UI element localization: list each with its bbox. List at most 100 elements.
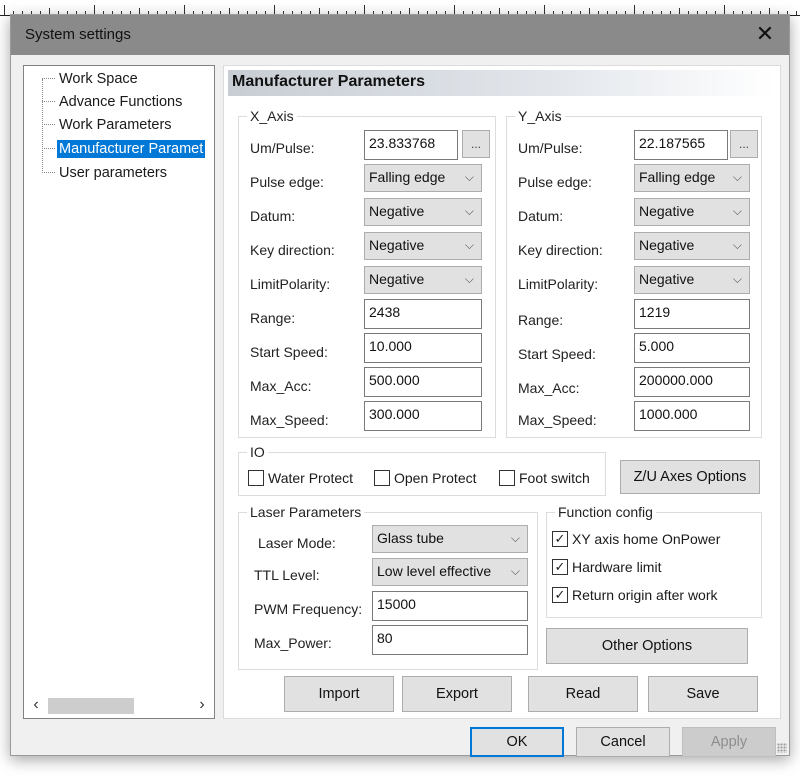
settings-tree: Work Space Advance Functions Work Parame… (23, 65, 215, 719)
foot-switch-checkbox[interactable]: Foot switch (499, 470, 590, 486)
y-key-direction-label: Key direction: (518, 242, 603, 258)
pwm-frequency-input[interactable]: 15000 (372, 591, 528, 621)
io-legend: IO (250, 444, 265, 460)
y-datum-label: Datum: (518, 208, 564, 224)
x-max-acc-label: Max_Acc: (250, 378, 312, 394)
y-pulse-edge-select[interactable]: Falling edge ⌵ (634, 164, 750, 192)
chevron-down-icon: ⌵ (510, 564, 520, 578)
x-datum-select[interactable]: Negative ⌵ (364, 198, 482, 226)
x-max-speed-label: Max_Speed: (250, 412, 329, 428)
x-max-acc-input[interactable]: 500.000 (364, 367, 482, 397)
max-power-label: Max_Power: (254, 635, 332, 651)
x-start-speed-label: Start Speed: (250, 344, 328, 360)
y-um-pulse-label: Um/Pulse: (518, 140, 583, 156)
chevron-down-icon: ⌵ (464, 204, 474, 218)
y-range-label: Range: (518, 312, 564, 328)
manufacturer-parameters-panel: Manufacturer Parameters X_Axis Um/Pulse:… (223, 65, 781, 719)
save-button[interactable]: Save (648, 676, 758, 712)
y-um-pulse-browse-button[interactable]: ... (730, 130, 758, 158)
chevron-down-icon: ⌵ (732, 204, 742, 218)
resize-grip[interactable] (777, 743, 787, 753)
laser-parameters-legend: Laser Parameters (250, 504, 362, 520)
x-um-pulse-input[interactable]: 23.833768 (364, 130, 458, 160)
y-max-acc-label: Max_Acc: (518, 380, 580, 396)
system-settings-dialog: System settings ✕ Work Space Advance Fun… (10, 14, 790, 757)
y-start-speed-label: Start Speed: (518, 346, 596, 362)
y-key-direction-select[interactable]: Negative ⌵ (634, 232, 750, 260)
chevron-down-icon: ⌵ (732, 272, 742, 286)
tree-item-advance-functions[interactable]: Advance Functions (42, 91, 184, 112)
water-protect-checkbox[interactable]: Water Protect (248, 470, 353, 486)
pwm-frequency-label: PWM Frequency: (254, 601, 363, 617)
import-button[interactable]: Import (284, 676, 394, 712)
title-bar: System settings ✕ (11, 15, 789, 55)
chevron-down-icon: ⌵ (732, 238, 742, 252)
cancel-button[interactable]: Cancel (576, 727, 670, 757)
other-options-button[interactable]: Other Options (546, 628, 748, 664)
x-pulse-edge-select[interactable]: Falling edge ⌵ (364, 164, 482, 192)
tree-item-work-space[interactable]: Work Space (42, 68, 140, 89)
x-key-direction-label: Key direction: (250, 242, 335, 258)
chevron-down-icon: ⌵ (464, 272, 474, 286)
x-limit-polarity-select[interactable]: Negative ⌵ (364, 266, 482, 294)
ttl-level-label: TTL Level: (254, 567, 320, 583)
chevron-down-icon: ⌵ (464, 238, 474, 252)
y-start-speed-input[interactable]: 5.000 (634, 333, 750, 363)
close-icon[interactable]: ✕ (751, 21, 779, 49)
y-limit-polarity-select[interactable]: Negative ⌵ (634, 266, 750, 294)
laser-mode-select[interactable]: Glass tube ⌵ (372, 525, 528, 553)
x-limit-polarity-label: LimitPolarity: (250, 276, 331, 292)
y-um-pulse-input[interactable]: 22.187565 (634, 130, 728, 160)
x-range-input[interactable]: 2438 (364, 299, 482, 329)
y-datum-select[interactable]: Negative ⌵ (634, 198, 750, 226)
tree-item-work-parameters[interactable]: Work Parameters (42, 114, 174, 135)
read-button[interactable]: Read (528, 676, 638, 712)
max-power-input[interactable]: 80 (372, 625, 528, 655)
apply-button[interactable]: Apply (682, 727, 776, 757)
zu-axes-options-button[interactable]: Z/U Axes Options (620, 460, 760, 494)
checkmark-icon: ✓ (552, 587, 568, 603)
checkbox-box (248, 470, 264, 486)
scroll-left-icon[interactable]: ‹ (28, 696, 44, 714)
return-origin-after-work-checkbox[interactable]: ✓ Return origin after work (552, 587, 718, 603)
y-pulse-edge-label: Pulse edge: (518, 174, 592, 190)
x-pulse-edge-label: Pulse edge: (250, 174, 324, 190)
export-button[interactable]: Export (402, 676, 512, 712)
ruler-tick (4, 5, 5, 15)
ttl-level-select[interactable]: Low level effective ⌵ (372, 558, 528, 586)
x-range-label: Range: (250, 310, 296, 326)
y-max-speed-label: Max_Speed: (518, 412, 597, 428)
open-protect-checkbox[interactable]: Open Protect (374, 470, 477, 486)
y-limit-polarity-label: LimitPolarity: (518, 276, 599, 292)
window-title: System settings (25, 26, 131, 43)
y-max-speed-input[interactable]: 1000.000 (634, 401, 750, 431)
x-start-speed-input[interactable]: 10.000 (364, 333, 482, 363)
checkbox-box (499, 470, 515, 486)
y-range-input[interactable]: 1219 (634, 299, 750, 329)
x-um-pulse-browse-button[interactable]: ... (462, 130, 490, 158)
tree-horizontal-scrollbar[interactable]: ‹ › (24, 694, 214, 718)
x-key-direction-select[interactable]: Negative ⌵ (364, 232, 482, 260)
checkmark-icon: ✓ (552, 531, 568, 547)
chevron-down-icon: ⌵ (510, 531, 520, 545)
x-axis-legend: X_Axis (250, 108, 294, 124)
checkmark-icon: ✓ (552, 559, 568, 575)
tree-item-user-parameters[interactable]: User parameters (42, 162, 169, 183)
ruler-tick (796, 11, 797, 15)
panel-title: Manufacturer Parameters (228, 70, 776, 96)
x-datum-label: Datum: (250, 208, 296, 224)
chevron-down-icon: ⌵ (464, 170, 474, 184)
ok-button[interactable]: OK (470, 727, 564, 757)
tree-item-manufacturer-parameters[interactable]: Manufacturer Paramet (42, 138, 206, 159)
y-max-acc-input[interactable]: 200000.000 (634, 367, 750, 397)
y-axis-legend: Y_Axis (518, 108, 562, 124)
x-um-pulse-label: Um/Pulse: (250, 140, 315, 156)
function-config-legend: Function config (558, 504, 653, 520)
hardware-limit-checkbox[interactable]: ✓ Hardware limit (552, 559, 661, 575)
laser-mode-label: Laser Mode: (258, 535, 336, 551)
scrollbar-thumb[interactable] (48, 698, 134, 714)
scroll-right-icon[interactable]: › (194, 696, 210, 714)
x-max-speed-input[interactable]: 300.000 (364, 401, 482, 431)
xy-axis-home-onpower-checkbox[interactable]: ✓ XY axis home OnPower (552, 531, 720, 547)
chevron-down-icon: ⌵ (732, 170, 742, 184)
